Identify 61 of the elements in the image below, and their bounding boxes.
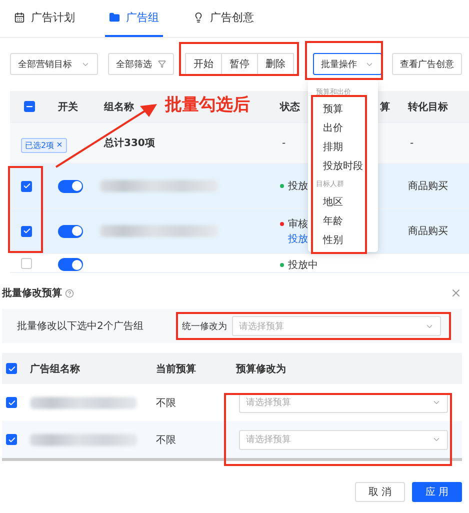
tab[interactable]: 广告计划 (10, 0, 79, 37)
tab[interactable]: 广告创意 (189, 0, 258, 37)
chevron-down-icon (432, 398, 441, 407)
field-label: 统一修改为 (182, 320, 228, 332)
dialog-title: 批量修改预算 (2, 286, 62, 300)
check-icon (22, 227, 30, 235)
folder-icon (109, 12, 120, 23)
toggle-switch[interactable] (58, 180, 83, 192)
action-button[interactable]: 开始 (185, 53, 222, 75)
column-header: 开关 (57, 100, 78, 114)
info-text: 批量修改以下选中2个广告组 (17, 320, 144, 333)
column-header: 广告组名称 (30, 362, 80, 376)
help-icon (65, 288, 74, 298)
menu-item[interactable]: 出价 (323, 118, 343, 138)
check-icon (22, 182, 30, 190)
view-creative-button[interactable]: 查看广告创意 (392, 53, 462, 75)
column-header: 组名称 (102, 100, 134, 114)
column-header: 预算修改为 (236, 362, 286, 376)
menu-item[interactable]: 年龄 (323, 211, 343, 230)
annotation-text: 批量勾选后 (165, 94, 250, 116)
table-cell-text: 不限 (156, 434, 176, 446)
goal-select[interactable]: 全部营销目标 (10, 53, 98, 75)
checkbox[interactable] (6, 434, 17, 445)
column-header: 转化目标 (406, 100, 448, 114)
selection-badge[interactable]: 已选2项 × (21, 138, 67, 153)
table-cell-text: 商品购买 (407, 224, 448, 238)
menu-item[interactable]: 预算 (323, 100, 343, 119)
close-icon[interactable] (450, 287, 462, 299)
column-header: 当前预算 (156, 362, 196, 376)
column-header: 状态 (278, 100, 300, 114)
check-icon (8, 436, 16, 444)
filter-icon (158, 60, 166, 68)
table-cell-text: 商品购买 (407, 180, 448, 193)
menu-item[interactable]: 地区 (323, 192, 343, 212)
checkbox[interactable] (24, 101, 35, 112)
checkbox[interactable] (6, 397, 17, 408)
action-button[interactable]: 删除 (257, 53, 294, 75)
column-header: 算 (379, 100, 390, 114)
check-icon (8, 398, 16, 406)
batch-select[interactable]: 批量操作 (313, 53, 382, 75)
checkbox[interactable] (6, 363, 17, 374)
checkbox[interactable] (21, 226, 32, 236)
table-cell-text: - (281, 138, 286, 148)
calendar-icon (14, 12, 25, 23)
tab[interactable]: 广告组 (105, 0, 163, 37)
apply-button[interactable]: 应 用 (412, 482, 462, 502)
chevron-down-icon (432, 435, 441, 444)
total-count: 总计330项 (102, 136, 155, 150)
lightbulb-icon (193, 12, 204, 23)
check-icon (8, 364, 16, 372)
table-cell-text: - (409, 138, 414, 148)
filter-button[interactable]: 全部筛选 (108, 53, 174, 75)
menu-item[interactable]: 排期 (323, 138, 343, 157)
table-cell-text: 不限 (156, 396, 176, 410)
toggle-switch[interactable] (58, 258, 83, 271)
menu-item[interactable]: 性别 (323, 230, 343, 250)
status-text: 投放中 (280, 258, 372, 272)
checkbox[interactable] (21, 180, 32, 192)
cancel-button[interactable]: 取 消 (355, 482, 405, 502)
toggle-switch[interactable] (58, 224, 83, 238)
menu-item[interactable]: 投放时段 (323, 156, 363, 176)
